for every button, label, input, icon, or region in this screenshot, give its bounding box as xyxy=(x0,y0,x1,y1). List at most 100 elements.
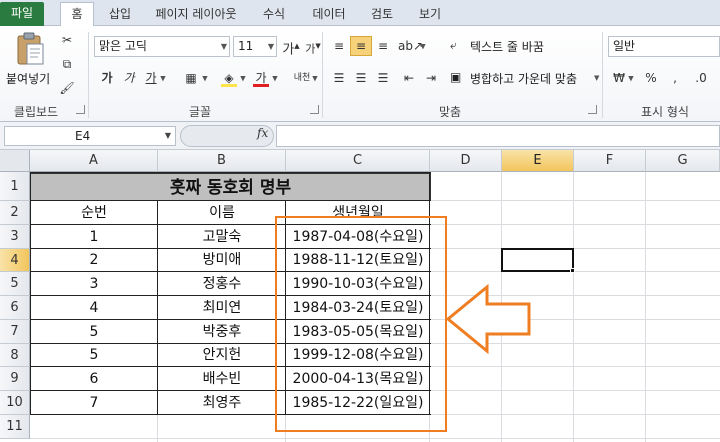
fill-color-dropdown-icon[interactable]: ▼ xyxy=(238,68,248,88)
font-color-button[interactable]: 가 xyxy=(250,68,272,88)
column-header-b[interactable]: B xyxy=(158,150,286,172)
align-center-icon[interactable]: ☰ xyxy=(350,68,372,88)
merge-dropdown-icon: ▼ xyxy=(594,74,600,82)
name-box[interactable]: E4 ▼ xyxy=(4,126,176,146)
active-cell-e4[interactable] xyxy=(501,248,574,272)
cell-number[interactable]: 7 xyxy=(30,391,158,415)
header-cell[interactable]: 순번 xyxy=(30,201,158,225)
font-size-combo[interactable]: 11 ▼ xyxy=(233,36,277,57)
row-header-9[interactable]: 9 xyxy=(0,367,30,391)
cell-number[interactable]: 4 xyxy=(30,296,158,320)
wrap-text-button[interactable]: ⤶ 텍스트 줄 바꿈 xyxy=(450,38,600,58)
cell-number[interactable]: 5 xyxy=(30,344,158,367)
ribbon: 붙여넣기 ✂ ⧉ 🖌 클립보드 맑은 고딕 ▼ 11 ▼ 가▲ 가▼ 가 가 가… xyxy=(0,26,720,122)
row-header-11[interactable]: 11 xyxy=(0,415,30,439)
column-header-e[interactable]: E xyxy=(502,150,574,172)
align-middle-icon[interactable]: ≡ xyxy=(350,36,372,56)
tab-page-layout[interactable]: 페이지 레이아웃 xyxy=(146,3,246,26)
cell-number[interactable]: 3 xyxy=(30,272,158,296)
font-name-value: 맑은 고딕 xyxy=(99,39,147,53)
row-header-3[interactable]: 3 xyxy=(0,225,30,249)
align-bottom-icon[interactable]: ≡ xyxy=(372,36,394,56)
accounting-dropdown-icon[interactable]: ▼ xyxy=(626,68,636,88)
grow-font-button[interactable]: 가▲ xyxy=(280,36,302,57)
row-header-8[interactable]: 8 xyxy=(0,344,30,367)
column-header-a[interactable]: A xyxy=(30,150,158,172)
percent-style-button[interactable]: % xyxy=(640,68,662,88)
formula-bar: E4 ▼ fx xyxy=(0,122,720,150)
font-launcher-icon[interactable] xyxy=(310,105,319,114)
row-header-1[interactable]: 1 xyxy=(0,172,30,201)
row-header-2[interactable]: 2 xyxy=(0,201,30,225)
paste-label: 붙여넣기 xyxy=(6,72,51,86)
row-header-5[interactable]: 5 xyxy=(0,272,30,296)
tab-file[interactable]: 파일 xyxy=(0,2,44,26)
underline-dropdown-icon[interactable]: ▼ xyxy=(158,68,168,88)
font-color-dropdown-icon[interactable]: ▼ xyxy=(270,68,280,88)
gridline xyxy=(573,172,574,442)
borders-dropdown-icon[interactable]: ▼ xyxy=(200,68,210,88)
number-format-combo[interactable]: 일반 xyxy=(608,36,720,57)
shrink-font-button[interactable]: 가▼ xyxy=(302,36,324,56)
tab-review[interactable]: 검토 xyxy=(362,3,402,26)
fill-handle[interactable] xyxy=(570,268,575,273)
row-header-4[interactable]: 4 xyxy=(0,249,30,272)
select-all-corner[interactable] xyxy=(0,150,30,172)
cell-name[interactable]: 최영주 xyxy=(158,391,286,415)
copy-icon[interactable]: ⧉ xyxy=(56,54,78,74)
cell-name[interactable]: 최미연 xyxy=(158,296,286,320)
tab-data[interactable]: 데이터 xyxy=(304,3,354,26)
column-header-d[interactable]: D xyxy=(430,150,502,172)
cell-name[interactable]: 방미애 xyxy=(158,249,286,272)
cell-name[interactable]: 고말숙 xyxy=(158,225,286,249)
cell-name[interactable]: 배수빈 xyxy=(158,367,286,391)
align-right-icon[interactable]: ☰ xyxy=(372,68,394,88)
cell-name[interactable]: 정홍수 xyxy=(158,272,286,296)
tab-insert[interactable]: 삽입 xyxy=(100,3,140,26)
clipboard-launcher-icon[interactable] xyxy=(76,105,85,114)
paste-button[interactable]: 붙여넣기 xyxy=(6,30,54,90)
column-header-g[interactable]: G xyxy=(646,150,720,172)
tab-formulas[interactable]: 수식 xyxy=(254,3,294,26)
borders-icon[interactable]: ▦ xyxy=(180,68,202,88)
ribbon-tab-bar: 파일 홈 삽입 페이지 레이아웃 수식 데이터 검토 보기 xyxy=(0,0,720,26)
fill-color-icon[interactable]: ◈ xyxy=(218,68,240,88)
cell-name[interactable]: 안지헌 xyxy=(158,344,286,367)
align-top-icon[interactable]: ≡ xyxy=(328,36,350,56)
row-header-6[interactable]: 6 xyxy=(0,296,30,320)
tab-view[interactable]: 보기 xyxy=(410,3,450,26)
increase-decimal-icon[interactable]: .0 xyxy=(690,68,712,88)
tab-home[interactable]: 홈 xyxy=(60,2,94,26)
insert-function-icon[interactable]: fx xyxy=(257,126,268,140)
orientation-icon[interactable]: ab↗ xyxy=(398,36,423,56)
font-name-combo[interactable]: 맑은 고딕 ▼ xyxy=(94,36,230,57)
bold-button[interactable]: 가 xyxy=(96,68,118,88)
cell-number[interactable]: 1 xyxy=(30,225,158,249)
alignment-launcher-icon[interactable] xyxy=(588,105,597,114)
sheet-title[interactable]: 훗짜 동호회 명부 xyxy=(30,173,431,201)
formula-input[interactable] xyxy=(276,125,720,147)
header-cell[interactable]: 이름 xyxy=(158,201,286,225)
italic-button[interactable]: 가 xyxy=(118,68,140,88)
row-header-7[interactable]: 7 xyxy=(0,320,30,344)
increase-indent-icon[interactable]: ⇥ xyxy=(420,68,442,88)
orientation-dropdown-icon[interactable]: ▼ xyxy=(418,36,428,56)
align-left-icon[interactable]: ☰ xyxy=(328,68,350,88)
merge-center-button[interactable]: ▣ 병합하고 가운데 맞춤 ▼ xyxy=(450,70,600,90)
format-painter-icon[interactable]: 🖌 xyxy=(56,78,78,98)
phonetic-dropdown-icon[interactable]: ▼ xyxy=(310,68,320,88)
cell-name[interactable]: 박중후 xyxy=(158,320,286,344)
number-group-label: 표시 형식 xyxy=(641,105,689,119)
left-arrow-icon xyxy=(445,284,531,354)
font-color-icon: 가 xyxy=(255,71,267,85)
column-header-c[interactable]: C xyxy=(286,150,430,172)
cell-number[interactable]: 5 xyxy=(30,320,158,344)
comma-style-button[interactable]: , xyxy=(664,68,686,88)
cell-number[interactable]: 2 xyxy=(30,249,158,272)
cut-icon[interactable]: ✂ xyxy=(56,30,78,50)
column-header-f[interactable]: F xyxy=(574,150,646,172)
row-header-10[interactable]: 10 xyxy=(0,391,30,415)
worksheet-grid[interactable]: ABCDEFG 1 2 3 4 5 6 7 8 9 10 11 훗짜 동호회 명부 순번 이름 생년월일… xyxy=(0,150,720,442)
decrease-indent-icon[interactable]: ⇤ xyxy=(398,68,420,88)
cell-number[interactable]: 6 xyxy=(30,367,158,391)
